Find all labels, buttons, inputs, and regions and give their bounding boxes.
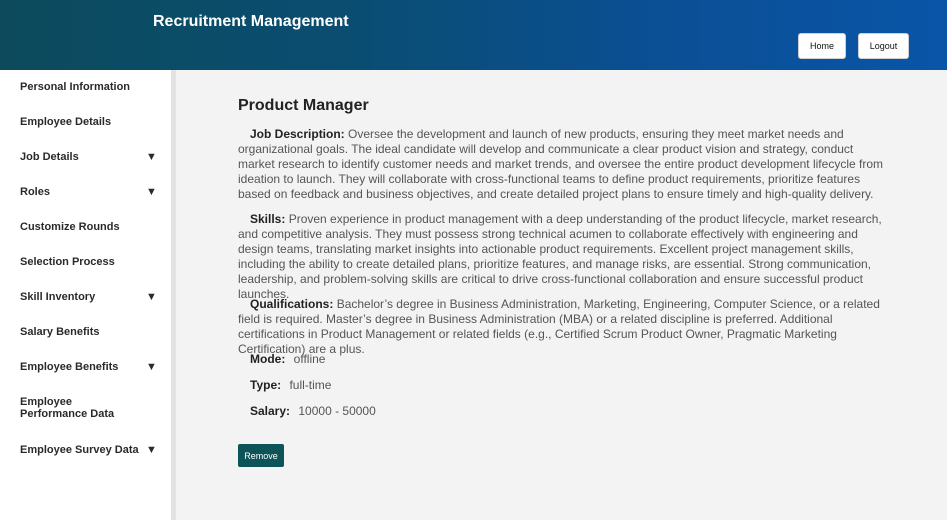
chevron-down-icon[interactable]: ▼	[146, 361, 157, 373]
sidebar-item-label: Employee Benefits	[20, 361, 119, 373]
sidebar-item-skill-inventory[interactable]: Skill Inventory ▼	[20, 291, 160, 303]
sidebar-item-job-details[interactable]: Job Details ▼	[20, 151, 160, 163]
sidebar-item-employee-benefits[interactable]: Employee Benefits ▼	[20, 361, 160, 373]
sidebar-item-employee-performance-data[interactable]: Employee Performance Data	[20, 396, 160, 420]
chevron-down-icon[interactable]: ▼	[146, 186, 157, 198]
skills-label: Skills:	[250, 212, 286, 226]
sidebar-item-personal-information[interactable]: Personal Information	[20, 81, 160, 93]
job-qualifications: Qualifications: Bachelor’s degree in Bus…	[238, 297, 888, 357]
logout-button[interactable]: Logout	[858, 33, 909, 59]
mode-label: Mode:	[250, 352, 286, 366]
sidebar-item-employee-details[interactable]: Employee Details	[20, 116, 160, 128]
skills-text: Proven experience in product management …	[238, 212, 882, 301]
sidebar-item-label: Employee Performance Data	[20, 396, 115, 420]
salary-value: 10000 - 50000	[298, 404, 376, 418]
job-title: Product Manager	[238, 97, 369, 114]
remove-button[interactable]: Remove	[238, 444, 284, 467]
sidebar-item-selection-process[interactable]: Selection Process	[20, 256, 160, 268]
mode-value: offline	[293, 352, 326, 366]
job-description-label: Job Description:	[250, 127, 345, 141]
sidebar-item-label: Selection Process	[20, 256, 115, 268]
app-header: Recruitment Management Home Logout	[0, 0, 947, 70]
sidebar-item-employee-survey-data[interactable]: Employee Survey Data ▼	[20, 444, 160, 456]
job-detail-panel: Product Manager Job Description: Oversee…	[182, 70, 947, 520]
type-label: Type:	[250, 378, 282, 392]
home-button[interactable]: Home	[798, 33, 846, 59]
sidebar-item-label: Customize Rounds	[20, 221, 120, 233]
salary-field: Salary: 10000 - 50000	[250, 404, 376, 418]
job-description: Job Description: Oversee the development…	[238, 127, 888, 202]
sidebar-item-customize-rounds[interactable]: Customize Rounds	[20, 221, 160, 233]
sidebar-item-label: Salary Benefits	[20, 326, 100, 338]
salary-label: Salary:	[250, 404, 291, 418]
sidebar-item-label: Roles	[20, 186, 50, 198]
mode-field: Mode: offline	[250, 352, 325, 366]
chevron-down-icon[interactable]: ▼	[146, 151, 157, 163]
sidebar-item-roles[interactable]: Roles ▼	[20, 186, 160, 198]
sidebar-item-label: Personal Information	[20, 81, 131, 93]
type-field: Type: full-time	[250, 378, 331, 392]
sidebar-item-label: Employee Survey Data	[20, 444, 139, 456]
sidebar-item-salary-benefits[interactable]: Salary Benefits	[20, 326, 160, 338]
qualifications-label: Qualifications:	[250, 297, 334, 311]
sidebar-item-label: Skill Inventory	[20, 291, 96, 303]
type-value: full-time	[289, 378, 332, 392]
sidebar-item-label: Employee Details	[20, 116, 112, 128]
chevron-down-icon[interactable]: ▼	[146, 291, 157, 303]
sidebar: Personal Information Employee Details Jo…	[0, 70, 176, 520]
app-title: Recruitment Management	[153, 13, 349, 30]
job-skills: Skills: Proven experience in product man…	[238, 212, 888, 302]
chevron-down-icon[interactable]: ▼	[146, 444, 157, 456]
sidebar-item-label: Job Details	[20, 151, 79, 163]
qualifications-text: Bachelor’s degree in Business Administra…	[238, 297, 880, 356]
